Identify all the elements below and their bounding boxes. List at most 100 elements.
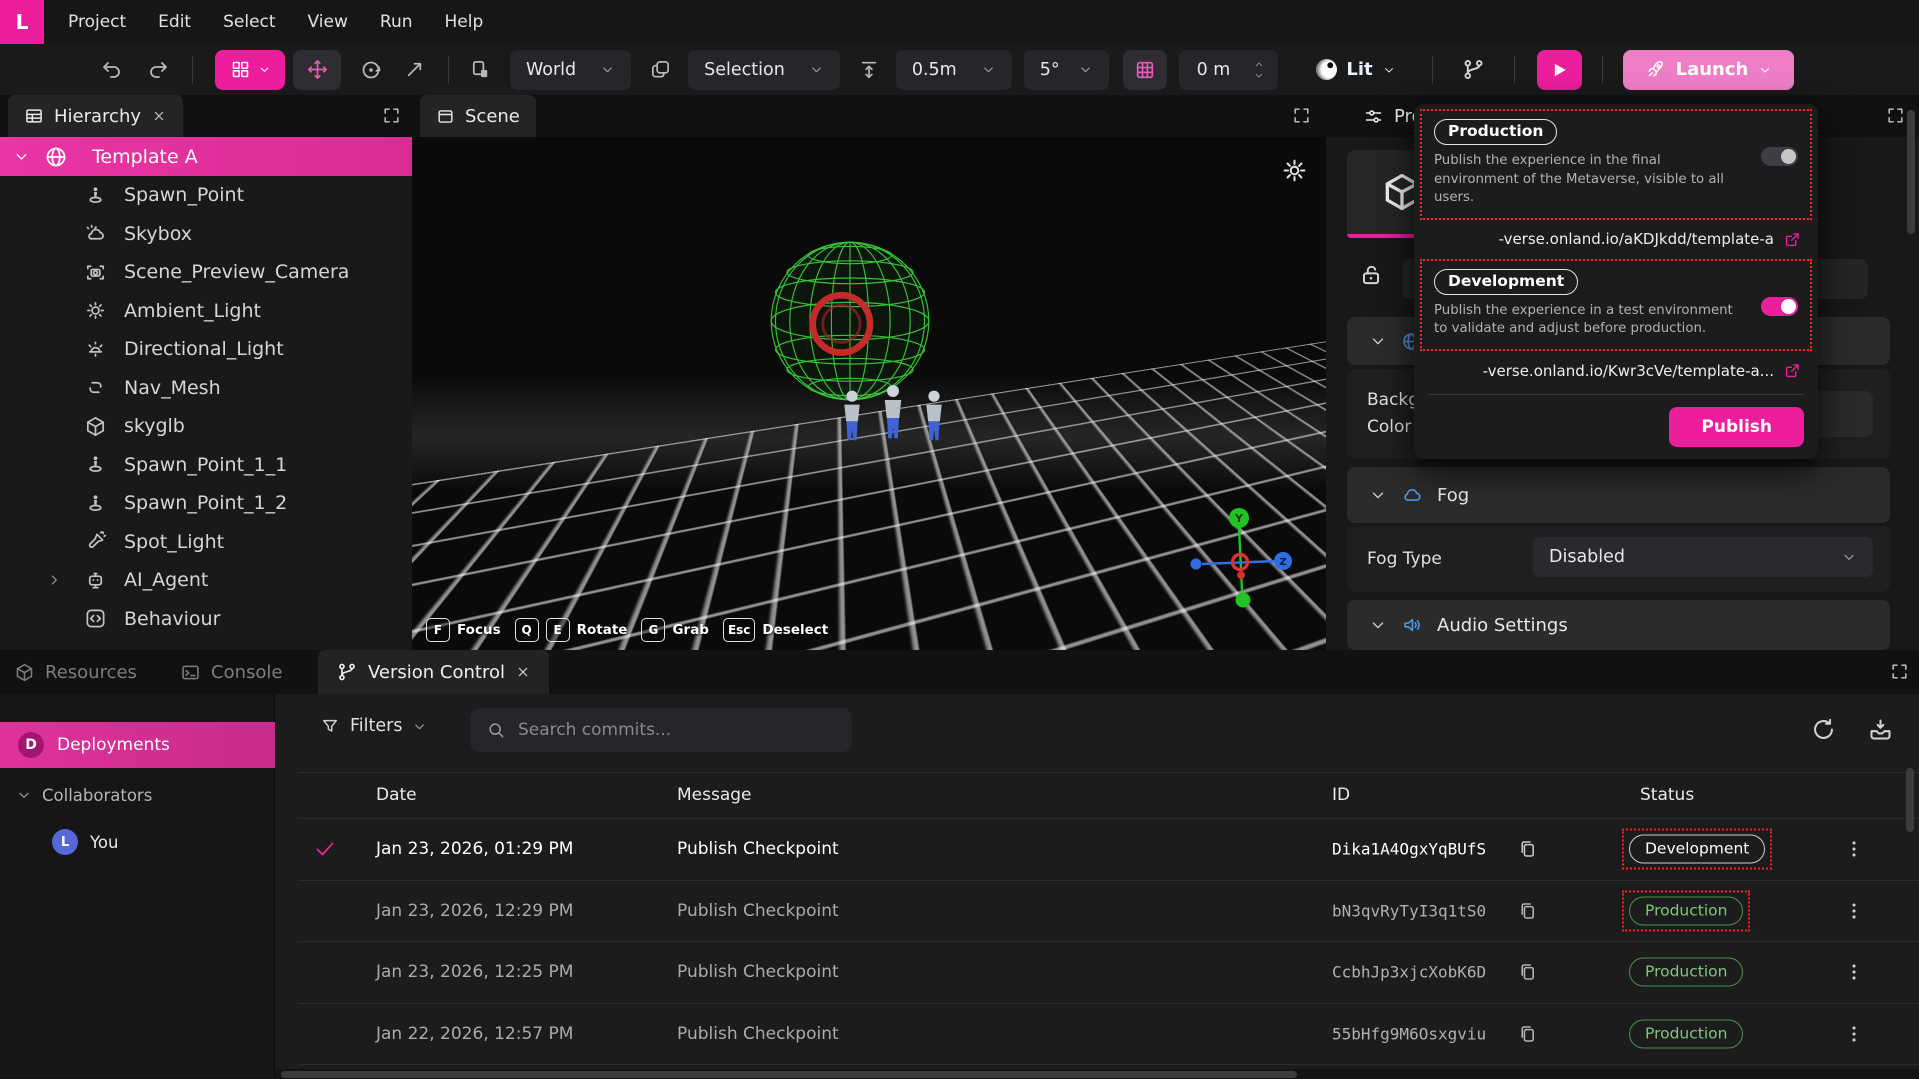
production-toggle[interactable]	[1761, 147, 1798, 166]
menu-project[interactable]: Project	[68, 12, 126, 32]
tab-resources[interactable]: Resources	[14, 650, 137, 694]
viewport-settings-gear-icon[interactable]	[1281, 157, 1308, 184]
scale-tool-button[interactable]	[403, 58, 426, 81]
selection-mode-dropdown[interactable]: Selection	[688, 50, 840, 90]
col-header-id[interactable]: ID	[1332, 785, 1350, 805]
commit-row[interactable]: Jan 23, 2026, 12:25 PM Publish Checkpoin…	[275, 941, 1919, 1002]
transform-gizmo[interactable]: Y Z	[1182, 505, 1302, 615]
tree-item[interactable]: Directional_Light	[0, 330, 412, 369]
fog-type-dropdown[interactable]: Disabled	[1533, 537, 1873, 577]
menu-view[interactable]: View	[308, 12, 348, 32]
rotation-step-dropdown[interactable]: 5°	[1024, 50, 1109, 90]
chevron-right-icon[interactable]	[46, 572, 62, 588]
commit-row[interactable]: Jan 23, 2026, 12:29 PM Publish Checkpoin…	[275, 880, 1919, 941]
copy-icon[interactable]	[1517, 1023, 1538, 1044]
tab-hierarchy[interactable]: Hierarchy	[8, 95, 183, 137]
deploy-settings-icon[interactable]	[1867, 716, 1894, 743]
table-vertical-scrollbar[interactable]	[1906, 768, 1914, 832]
section-audio[interactable]: Audio Settings	[1347, 600, 1890, 650]
close-icon[interactable]	[151, 108, 167, 124]
rotate-tool-button[interactable]	[359, 58, 383, 82]
avatar-figure[interactable]	[878, 383, 908, 450]
tree-item[interactable]: Spawn_Point_1_2	[0, 484, 412, 523]
kebab-menu-icon[interactable]	[1843, 838, 1865, 860]
col-header-message[interactable]: Message	[677, 785, 752, 805]
tree-item[interactable]: Behaviour	[0, 600, 412, 639]
avatar-figure[interactable]	[920, 389, 948, 451]
close-icon[interactable]	[515, 664, 531, 680]
external-link-icon[interactable]	[1783, 361, 1802, 380]
shading-dropdown[interactable]: Lit	[1316, 59, 1395, 80]
elevation-stepper[interactable]: 0 m	[1179, 50, 1279, 90]
space-mode-dropdown[interactable]: World	[510, 50, 631, 90]
version-control-button[interactable]	[1461, 57, 1486, 82]
viewport-3d[interactable]: Y Z FFocus QERotate GGrab EscDeselect	[412, 137, 1326, 650]
tree-item[interactable]: AI_Agent	[0, 561, 412, 600]
menu-edit[interactable]: Edit	[158, 12, 191, 32]
chevron-down-icon[interactable]	[13, 148, 30, 165]
expand-icon[interactable]	[382, 106, 401, 125]
tab-scene[interactable]: Scene	[420, 95, 536, 137]
undo-button[interactable]	[100, 58, 124, 82]
gizmo-x-handle[interactable]	[1191, 559, 1202, 570]
tree-item[interactable]: Spawn_Point_1_1	[0, 446, 412, 485]
kebab-menu-icon[interactable]	[1843, 1023, 1865, 1045]
commit-row[interactable]: Jan 22, 2026, 12:57 PM Publish Checkpoin…	[275, 1003, 1919, 1064]
copy-icon[interactable]	[1517, 900, 1538, 921]
col-header-date[interactable]: Date	[376, 785, 417, 805]
grid-step-dropdown[interactable]: 0.5m	[896, 50, 1012, 90]
avatar-figure[interactable]	[838, 389, 866, 451]
gizmo-red-handle[interactable]	[1237, 571, 1245, 579]
sidebar-item-collaborators[interactable]: Collaborators	[0, 778, 275, 812]
move-tool-button[interactable]	[293, 50, 341, 90]
pivot-button[interactable]	[649, 58, 672, 81]
tree-item[interactable]: Nav_Mesh	[0, 369, 412, 408]
kebab-menu-icon[interactable]	[1843, 961, 1865, 983]
sidebar-item-you[interactable]: L You	[0, 822, 275, 862]
copy-icon[interactable]	[1517, 838, 1538, 859]
redo-button[interactable]	[146, 58, 170, 82]
tree-item[interactable]: Skybox	[0, 215, 412, 254]
search-commits-box[interactable]	[470, 708, 852, 752]
expand-icon[interactable]	[1886, 106, 1905, 125]
tab-console[interactable]: Console	[180, 650, 282, 694]
launch-button[interactable]: Launch	[1623, 50, 1795, 90]
wireframe-sphere[interactable]	[764, 235, 936, 407]
search-commits-input[interactable]	[518, 720, 818, 740]
expand-icon[interactable]	[1292, 106, 1311, 125]
menu-help[interactable]: Help	[445, 12, 484, 32]
sidebar-item-deployments[interactable]: D Deployments	[0, 722, 275, 768]
development-toggle[interactable]	[1761, 297, 1798, 316]
layout-tool-button[interactable]	[215, 50, 285, 90]
paste-button[interactable]	[469, 58, 492, 81]
chevron-down-icon[interactable]	[1252, 70, 1266, 81]
snap-grid-button[interactable]	[1123, 50, 1167, 90]
copy-icon[interactable]	[1517, 961, 1538, 982]
app-logo[interactable]: L	[0, 0, 44, 44]
expand-icon[interactable]	[1890, 662, 1909, 681]
development-url[interactable]: -verse.onland.io/Kwr3cVe/template-a...	[1483, 362, 1774, 380]
menu-select[interactable]: Select	[223, 12, 275, 32]
production-url[interactable]: -verse.onland.io/aKDJkdd/template-a	[1499, 230, 1774, 248]
chevron-up-icon[interactable]	[1252, 59, 1266, 70]
tree-item[interactable]: skyglb	[0, 407, 412, 446]
col-header-status[interactable]: Status	[1640, 785, 1694, 805]
tree-item[interactable]: Ambient_Light	[0, 292, 412, 331]
tree-item[interactable]: Scene_Preview_Camera	[0, 253, 412, 292]
table-horizontal-scrollbar[interactable]	[281, 1071, 1297, 1078]
external-link-icon[interactable]	[1783, 230, 1802, 249]
kebab-menu-icon[interactable]	[1843, 900, 1865, 922]
gizmo-y2-handle[interactable]	[1236, 593, 1251, 608]
tree-item[interactable]: Spot_Light	[0, 523, 412, 562]
tree-item-root[interactable]: Template A	[0, 137, 412, 176]
tab-version-control[interactable]: Version Control	[318, 650, 549, 694]
refresh-icon[interactable]	[1810, 716, 1837, 743]
play-button[interactable]	[1537, 50, 1582, 90]
commit-row[interactable]: Jan 23, 2026, 01:29 PM Publish Checkpoin…	[275, 818, 1919, 879]
properties-scrollbar[interactable]	[1907, 110, 1915, 234]
filters-dropdown[interactable]: Filters	[320, 716, 427, 736]
tree-item[interactable]: Spawn_Point	[0, 176, 412, 215]
publish-button[interactable]: Publish	[1669, 407, 1804, 447]
lock-open-icon[interactable]	[1358, 262, 1384, 288]
section-fog[interactable]: Fog	[1347, 467, 1890, 523]
